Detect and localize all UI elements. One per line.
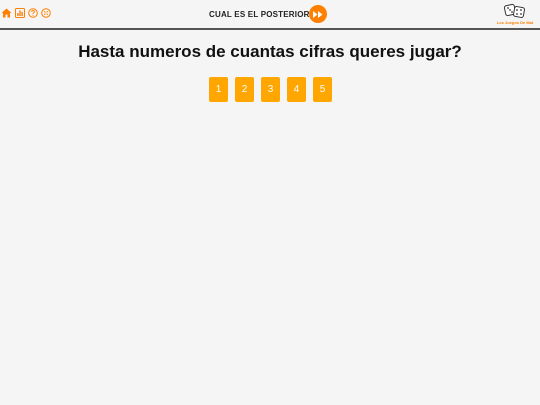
top-icons xyxy=(1,8,51,18)
brand-name: Los Juegos De Mat xyxy=(496,20,534,25)
help-icon[interactable] xyxy=(28,8,38,18)
fullscreen-icon[interactable] xyxy=(41,8,51,18)
top-bar: CUAL ES EL POSTERIOR? Los Juegos De Mat xyxy=(0,0,540,30)
stats-icon[interactable] xyxy=(15,8,25,18)
brand-logo: Los Juegos De Mat xyxy=(490,3,540,25)
question-heading: Hasta numeros de cuantas cifras queres j… xyxy=(78,42,462,61)
game-title: CUAL ES EL POSTERIOR? xyxy=(209,10,315,19)
option-3-button[interactable]: 3 xyxy=(261,77,280,102)
home-icon[interactable] xyxy=(1,8,12,18)
dice-icon xyxy=(504,3,525,18)
option-5-button[interactable]: 5 xyxy=(313,77,332,102)
digit-options: 1 2 3 4 5 xyxy=(209,77,332,102)
option-4-button[interactable]: 4 xyxy=(287,77,306,102)
option-1-button[interactable]: 1 xyxy=(209,77,228,102)
option-2-button[interactable]: 2 xyxy=(235,77,254,102)
play-forward-button[interactable] xyxy=(309,5,327,23)
play-forward-icon xyxy=(313,10,323,18)
